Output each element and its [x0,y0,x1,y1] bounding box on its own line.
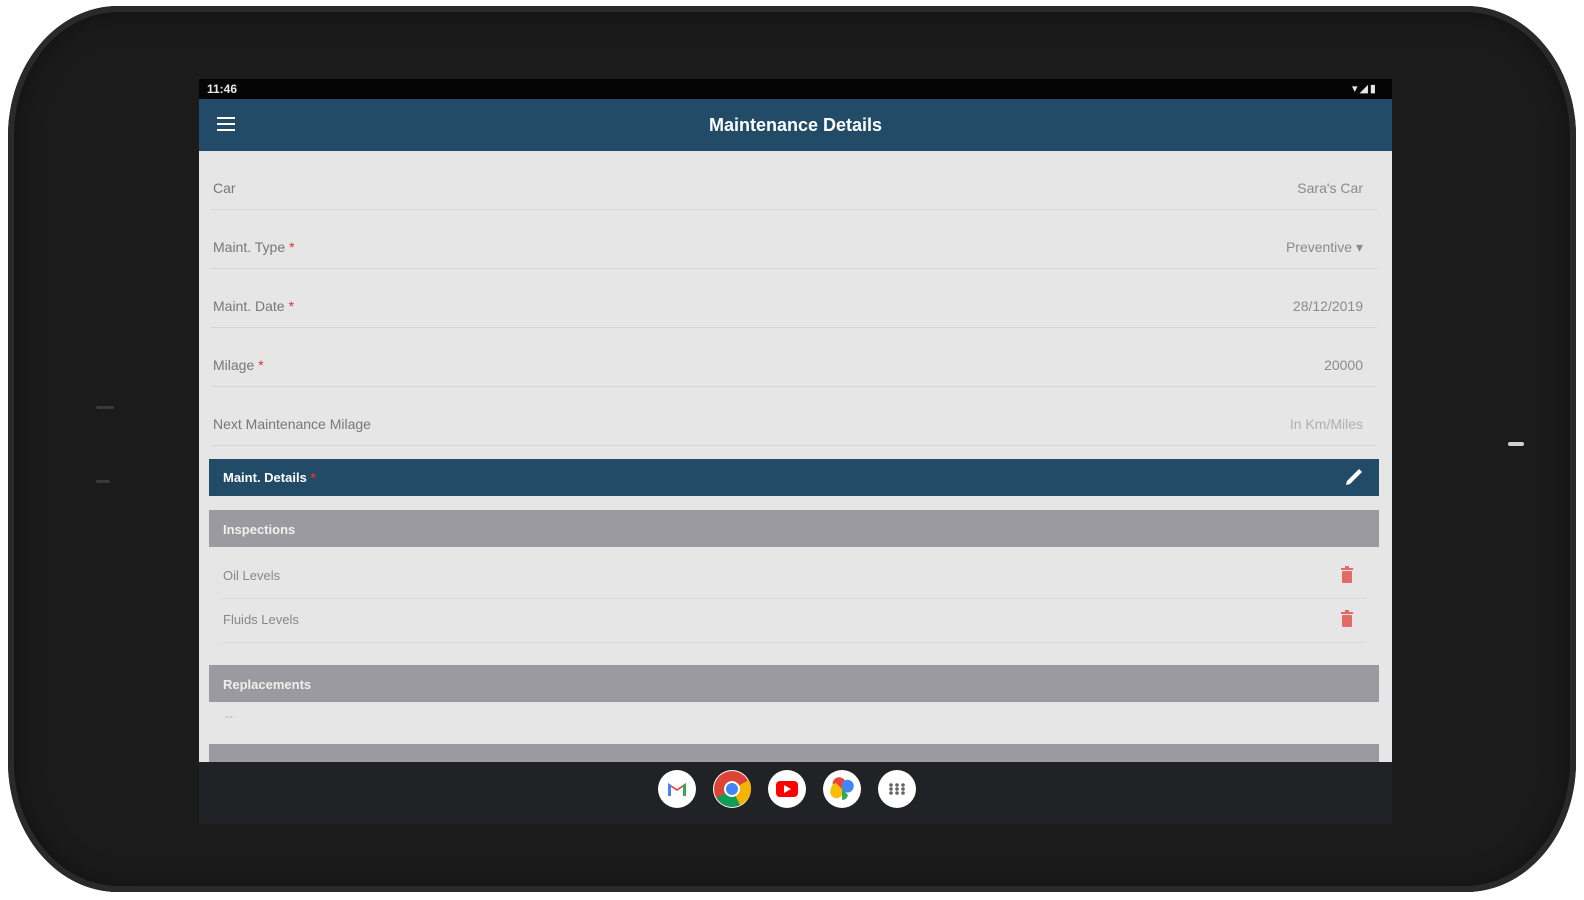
field-label: Car [213,180,236,196]
section-label: Inspections [223,522,296,537]
edit-pencil-icon[interactable] [1343,466,1365,488]
maint-type-dropdown[interactable]: Preventive ▾ [1286,239,1363,256]
chrome-icon[interactable] [713,770,751,808]
inspection-label: Fluids Levels [223,612,299,627]
taskbar-dock [199,762,1392,824]
section-label: Maint. Details * [223,470,316,485]
field-value: 20000 [1324,357,1363,373]
section-label: Replacements [223,677,312,692]
field-label: Maint. Date * [213,298,295,314]
list-item[interactable]: Fluids Levels [221,598,1367,643]
photos-icon[interactable] [823,770,861,808]
required-mark: * [310,470,316,485]
inspection-label: Oil Levels [223,568,281,583]
field-label: Next Maintenance Milage [213,416,371,432]
delete-trash-icon[interactable] [1339,566,1355,584]
page-title: Maintenance Details [708,115,883,135]
screen: 11:46 ▾◢▮ Maintenance Details Car Sara's… [199,79,1392,824]
field-value: Sara's Car [1297,180,1363,196]
youtube-icon[interactable] [768,770,806,808]
status-bar: 11:46 ▾◢▮ [199,79,1392,99]
field-maint-date[interactable]: Maint. Date * 28/12/2019 [211,269,1377,328]
replacements-header: Replacements [209,665,1379,702]
field-milage[interactable]: Milage * 20000 [211,328,1377,387]
required-mark: * [288,298,295,314]
app-drawer-icon[interactable] [878,770,916,808]
app-bar: Maintenance Details [199,99,1392,151]
field-label: Maint. Type * [213,239,295,255]
bezel-sensor [96,480,110,483]
field-value: 28/12/2019 [1292,298,1363,314]
status-time: 11:46 [207,82,238,96]
field-label: Milage * [213,357,264,373]
required-mark: * [289,239,295,255]
maint-details-header: Maint. Details * [209,459,1379,496]
required-mark: * [258,357,264,373]
field-maint-type[interactable]: Maint. Type * Preventive ▾ [211,210,1377,269]
field-placeholder: In Km/Miles [1289,416,1363,432]
bezel-sensor [96,406,114,409]
status-icons: ▾◢▮ [1351,83,1378,95]
field-next-maintenance-milage[interactable]: Next Maintenance Milage In Km/Miles [211,387,1377,446]
field-car[interactable]: Car Sara's Car [211,151,1377,210]
delete-trash-icon[interactable] [1339,610,1355,628]
list-item[interactable]: Oil Levels [221,554,1367,599]
inspections-header: Inspections [209,510,1379,547]
gmail-icon[interactable] [658,770,696,808]
bezel-camera [1508,442,1524,446]
empty-placeholder: -- [225,709,233,723]
